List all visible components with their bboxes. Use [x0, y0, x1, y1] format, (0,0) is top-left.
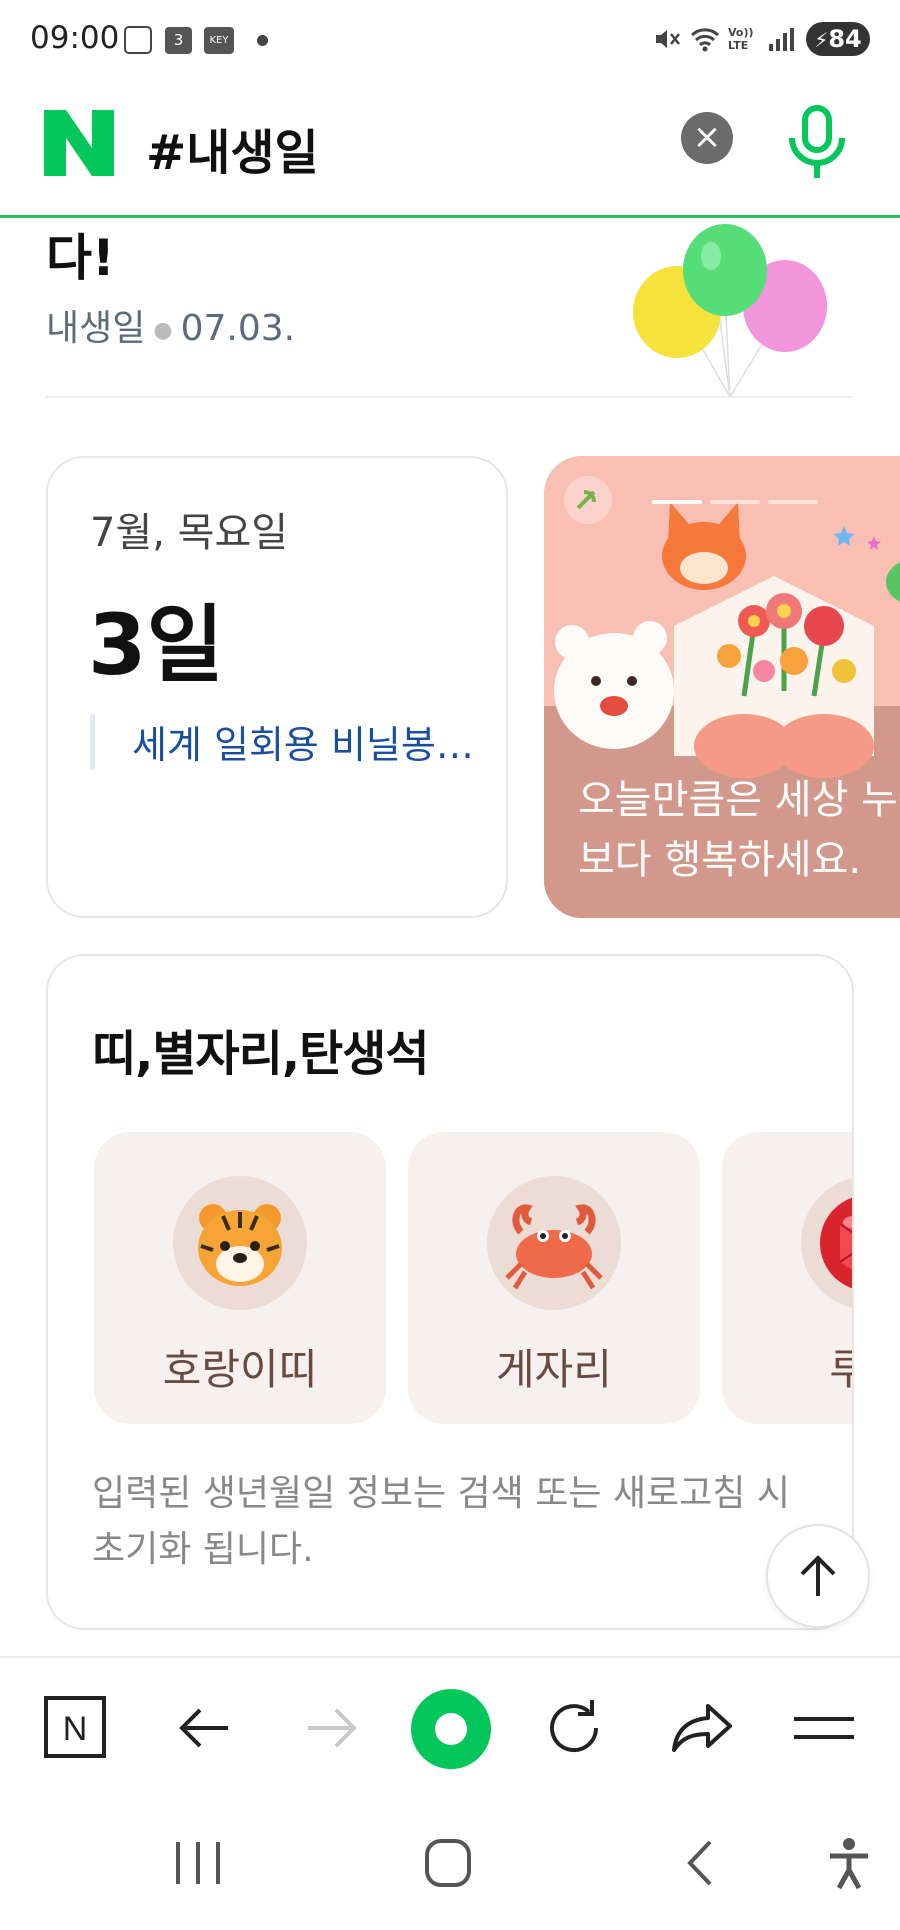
ruby-icon	[820, 1197, 852, 1289]
balloons-icon	[633, 224, 827, 398]
zodiac-tile-ruby[interactable]: 루비	[722, 1132, 852, 1424]
zodiac-tile-tiger[interactable]: 호랑이띠	[94, 1132, 386, 1424]
promo-indicator-active	[652, 500, 702, 504]
naver-home-icon: N	[44, 1696, 106, 1758]
event-link[interactable]: 세계 일회용 비닐봉투 없는 날	[132, 714, 492, 769]
status-time: 09:00	[30, 20, 120, 56]
birthday-title-fragment: 다!	[46, 229, 115, 287]
tiger-icon-bg	[173, 1176, 307, 1310]
naver-logo-icon[interactable]	[44, 110, 114, 176]
back-button[interactable]	[164, 1688, 244, 1768]
recent-apps-icon[interactable]	[170, 1838, 226, 1888]
promo-indicator	[768, 500, 818, 504]
zodiac-tile-crab[interactable]: 게자리	[408, 1132, 700, 1424]
promo-indicator	[710, 500, 760, 504]
forward-button[interactable]	[292, 1688, 372, 1768]
arrow-up-icon	[800, 1555, 836, 1596]
share-icon	[672, 1704, 732, 1752]
browser-toolbar: N	[0, 1656, 900, 1798]
birthday-meta: 내생일 ● 07.03.	[46, 299, 295, 351]
green-dot-button[interactable]	[410, 1688, 492, 1770]
event-bar	[90, 714, 95, 770]
key-icon: KEY	[204, 27, 234, 54]
section-divider	[46, 396, 854, 398]
calendar-icon: 3	[165, 27, 192, 54]
meta-separator: ●	[153, 317, 173, 343]
wifi-icon	[690, 28, 720, 52]
promo-line-1: 오늘만큼은 세상 누구	[578, 777, 900, 823]
share-button[interactable]	[662, 1688, 742, 1768]
home-icon-letter: N	[63, 1710, 88, 1748]
system-navigation-bar	[0, 1796, 900, 1930]
battery-indicator: ⚡84	[806, 22, 870, 56]
green-dot-icon	[411, 1689, 491, 1769]
promo-text: 오늘만큼은 세상 누구 보다 행복하세요.	[578, 770, 900, 890]
search-input[interactable]: #내생일	[146, 113, 319, 183]
home-nav-icon[interactable]	[420, 1838, 476, 1888]
scroll-top-button[interactable]	[766, 1524, 870, 1628]
promo-line-2: 보다 행복하세요.	[578, 837, 862, 883]
zodiac-card: 띠,별자리,탄생석 호랑이띠 게자리 입력된 생년월일 정보는 검색 또는 새로…	[46, 954, 854, 1630]
signal-icon	[769, 28, 794, 51]
birthday-date: 07.03.	[180, 308, 296, 349]
crab-icon-bg	[487, 1176, 621, 1310]
naver-home-button[interactable]: N	[36, 1688, 116, 1768]
accessibility-icon[interactable]	[826, 1836, 872, 1892]
screenshot-icon	[124, 26, 152, 54]
back-nav-icon[interactable]	[680, 1838, 720, 1888]
refresh-icon	[550, 1700, 599, 1753]
ruby-icon-bg	[801, 1176, 852, 1310]
refresh-button[interactable]	[534, 1688, 614, 1768]
crab-icon	[505, 1204, 603, 1290]
status-bar: 09:00 3 KEY Vo)) LTE ⚡84	[0, 0, 900, 80]
zodiac-note: 입력된 생년월일 정보는 검색 또는 새로고침 시 초기화 됩니다.	[92, 1473, 790, 1570]
month-weekday: 7월, 목요일	[90, 510, 289, 556]
day-number: 3일	[88, 596, 224, 694]
menu-button[interactable]	[784, 1688, 864, 1768]
volte-indicator: Vo)) LTE	[728, 26, 754, 52]
date-card[interactable]: 7월, 목요일 3일 세계 일회용 비닐봉투 없는 날	[46, 456, 508, 918]
zodiac-label: 게자리	[496, 1345, 612, 1394]
zodiac-title: 띠,별자리,탄생석	[92, 1026, 430, 1082]
zodiac-label: 호랑이띠	[162, 1345, 318, 1394]
notification-dot-icon	[257, 35, 268, 46]
zodiac-label: 루비	[722, 1336, 852, 1397]
birthday-source[interactable]: 내생일	[46, 308, 145, 349]
tiger-icon	[198, 1204, 282, 1286]
mute-icon	[656, 30, 680, 48]
clear-search-button[interactable]: ×	[681, 112, 733, 164]
microphone-icon[interactable]	[782, 102, 852, 182]
forward-arrow-icon	[308, 1708, 357, 1748]
menu-icon	[794, 1717, 854, 1739]
promo-card[interactable]: 오늘만큼은 세상 누구 보다 행복하세요.	[544, 456, 900, 918]
back-arrow-icon	[179, 1708, 228, 1748]
search-header: #내생일 ×	[0, 80, 900, 218]
